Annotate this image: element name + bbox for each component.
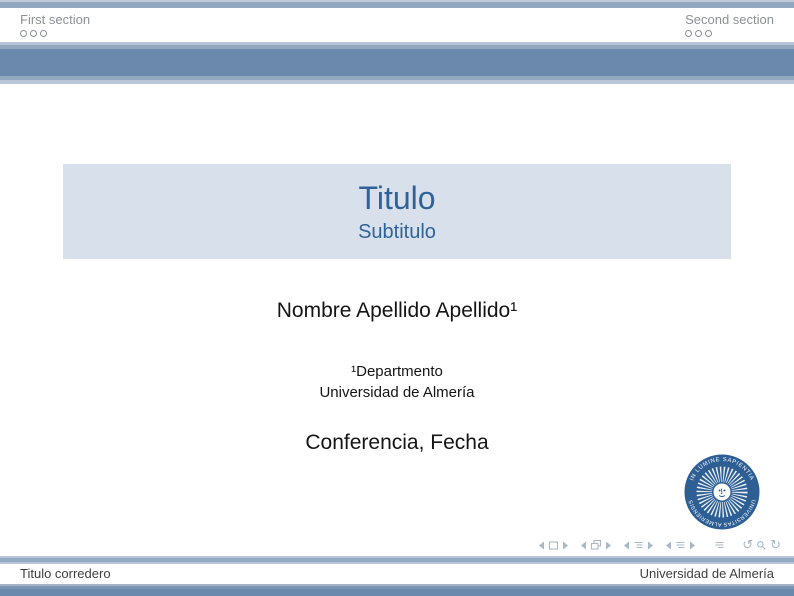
beamer-navigation-bar: ↺ ↻ (528, 538, 781, 552)
redo-history-icon[interactable]: ↻ (770, 539, 781, 552)
section-dots-first (20, 30, 90, 37)
prev-subsection-icon[interactable] (622, 540, 630, 551)
university-seal-logo: IN LUMINE SAPIENTIA UNIVERSITAS ALMERIEN… (684, 454, 760, 530)
undo-history-icon[interactable]: ↺ (742, 539, 753, 552)
conference-date: Conferencia, Fecha (0, 431, 794, 455)
document-end-icon[interactable] (714, 540, 725, 551)
header-separator-top (0, 42, 794, 49)
header-separator-bottom (0, 76, 794, 84)
section-label-first[interactable]: First section (20, 12, 90, 27)
frame-dot[interactable] (705, 30, 712, 37)
slide-subtitle: Subtitulo (358, 221, 436, 243)
frame-dot[interactable] (30, 30, 37, 37)
frame-dot[interactable] (695, 30, 702, 37)
slide-title: Titulo (358, 181, 435, 215)
bottom-bar (0, 584, 794, 596)
frame-dot[interactable] (685, 30, 692, 37)
document-nav-group (714, 540, 725, 551)
institute-department: ¹Departmento (0, 361, 794, 382)
slide-nav-group (537, 540, 570, 551)
header-section-second[interactable]: Second section (685, 12, 774, 37)
title-box: Titulo Subtitulo (63, 164, 731, 259)
footline-separator (0, 556, 794, 564)
section-nav-group (664, 540, 697, 551)
subsection-nav-group (622, 540, 655, 551)
frame-dot[interactable] (40, 30, 47, 37)
prev-section-icon[interactable] (664, 540, 672, 551)
section-dots-second (685, 30, 774, 37)
top-edge-band (0, 0, 794, 8)
institute-university: Universidad de Almería (0, 382, 794, 403)
footline-bar: Titulo corredero Universidad de Almería (0, 564, 794, 584)
universidad-almeria-seal-icon: IN LUMINE SAPIENTIA UNIVERSITAS ALMERIEN… (684, 454, 760, 530)
prev-slide-icon[interactable] (537, 540, 545, 551)
headline-bar: First section Second section (0, 8, 794, 42)
next-section-icon[interactable] (689, 540, 697, 551)
search-icon[interactable] (756, 540, 767, 551)
next-subsection-icon[interactable] (647, 540, 655, 551)
author-name: Nombre Apellido Apellido¹ (0, 299, 794, 323)
footline-institution: Universidad de Almería (640, 566, 774, 581)
footline-title: Titulo corredero (20, 566, 111, 581)
subsection-list-icon[interactable] (633, 540, 644, 551)
institute-block: ¹Departmento Universidad de Almería (0, 361, 794, 403)
next-frame-icon[interactable] (605, 540, 613, 551)
section-list-icon[interactable] (675, 540, 686, 551)
section-label-second[interactable]: Second section (685, 12, 774, 27)
frame-overlay-icon[interactable] (590, 539, 602, 551)
history-nav-group: ↺ ↻ (742, 539, 781, 552)
header-main-bar (0, 49, 794, 76)
frame-nav-group (579, 539, 613, 551)
next-slide-icon[interactable] (562, 540, 570, 551)
frame-dot[interactable] (20, 30, 27, 37)
prev-frame-icon[interactable] (579, 540, 587, 551)
slide-icon[interactable] (548, 540, 559, 551)
header-section-first[interactable]: First section (20, 12, 90, 37)
beamer-title-slide: First section Second section Titulo Subt… (0, 0, 794, 596)
